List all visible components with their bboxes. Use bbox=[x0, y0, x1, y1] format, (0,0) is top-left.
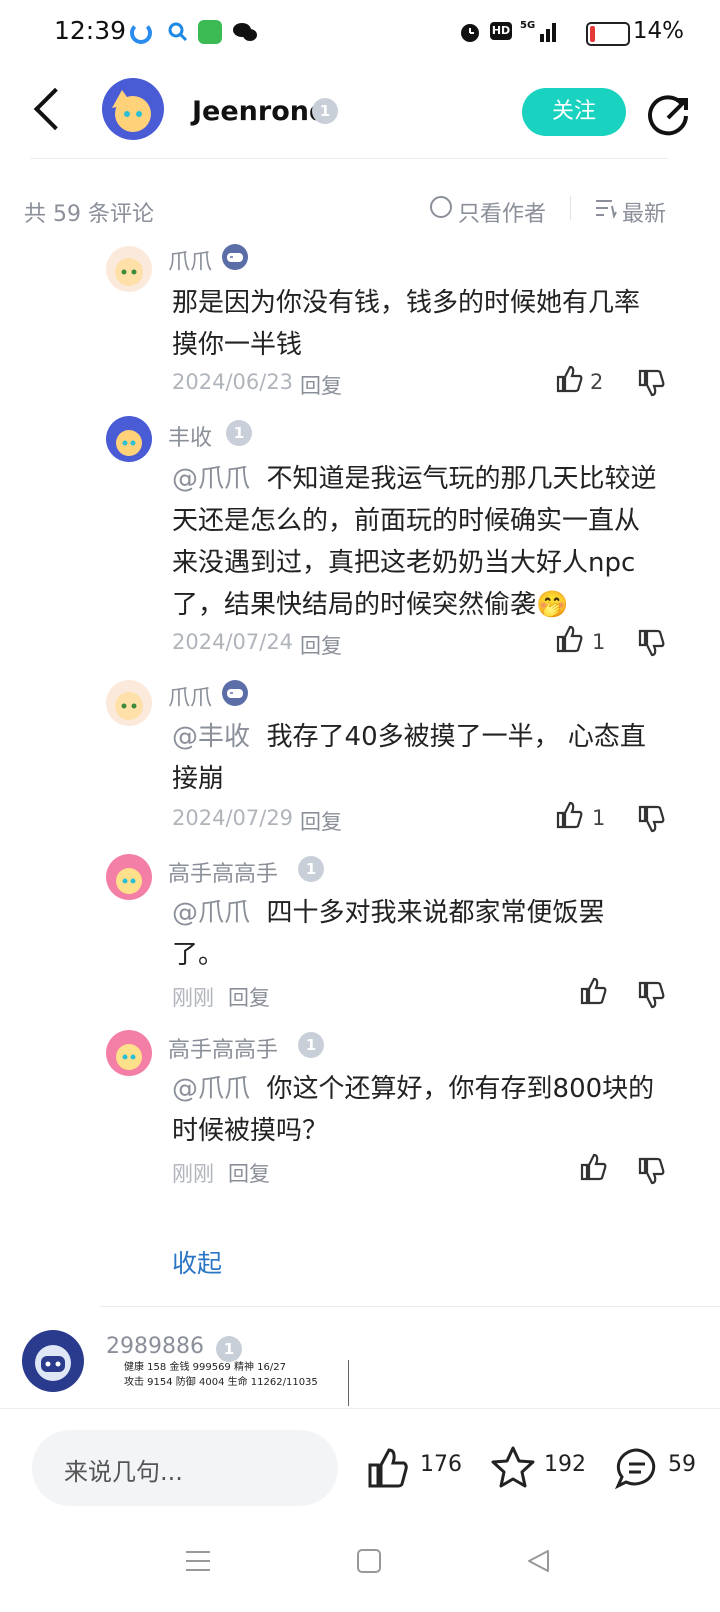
comment-avatar[interactable] bbox=[106, 416, 152, 462]
like-icon[interactable] bbox=[554, 364, 584, 398]
svg-text:5G: 5G bbox=[520, 20, 535, 31]
sort-divider bbox=[570, 196, 571, 220]
reply-button[interactable]: 回复 bbox=[228, 1158, 270, 1188]
like-count: 2 bbox=[590, 370, 604, 394]
comment-author[interactable]: 爪爪 bbox=[168, 244, 212, 276]
comment-count: 共 59 条评论 bbox=[24, 202, 154, 227]
comment-date: 2024/07/29 bbox=[172, 806, 294, 830]
follow-button[interactable]: 关注 bbox=[522, 88, 626, 136]
like-total: 176 bbox=[420, 1452, 462, 1477]
reply-button[interactable]: 回复 bbox=[228, 982, 270, 1012]
favorite-total: 192 bbox=[544, 1452, 586, 1477]
comment-text: @爪爪 不知道是我运气玩的那几天比较逆 天还是怎么的，前面玩的时候确实一直从 来… bbox=[172, 464, 657, 620]
comment-author[interactable]: 高手高高手 bbox=[168, 856, 278, 888]
status-bar: 12:39 HD 5G 14% bbox=[0, 0, 720, 66]
mention[interactable]: @爪爪 bbox=[172, 464, 250, 494]
stats-row: 健康 158 金钱 999569 精神 16/27 bbox=[124, 1362, 286, 1373]
like-icon[interactable] bbox=[554, 624, 584, 658]
mention[interactable]: @爪爪 bbox=[172, 1074, 250, 1104]
like-icon[interactable] bbox=[578, 976, 608, 1010]
author-name[interactable]: Jeenrond bbox=[192, 96, 328, 127]
battery-percent: 14% bbox=[632, 18, 684, 44]
level-badge-icon: 1 bbox=[226, 420, 252, 446]
comment-date: 2024/06/23 bbox=[172, 370, 294, 394]
stats-row: 攻击 9154 防御 4004 生命 11262/11035 bbox=[124, 1377, 318, 1388]
comment-input[interactable]: 来说几句... bbox=[32, 1430, 338, 1506]
comment-avatar[interactable] bbox=[106, 680, 152, 726]
comment-total: 59 bbox=[668, 1452, 696, 1477]
dislike-icon[interactable] bbox=[636, 628, 666, 662]
home-nav-icon[interactable] bbox=[356, 1548, 382, 1578]
battery-icon bbox=[586, 22, 630, 46]
wechat-icon bbox=[232, 20, 257, 44]
back-nav-icon[interactable] bbox=[526, 1548, 552, 1578]
signal-5g-icon: 5G bbox=[520, 18, 560, 48]
level-badge-icon: 1 bbox=[298, 1032, 324, 1058]
comment-avatar[interactable] bbox=[106, 854, 152, 900]
reply-button[interactable]: 回复 bbox=[300, 806, 342, 836]
comment-icon[interactable] bbox=[614, 1446, 660, 1494]
comment-date: 2024/07/24 bbox=[172, 630, 294, 654]
like-icon[interactable] bbox=[578, 1152, 608, 1186]
comment-avatar[interactable] bbox=[22, 1330, 84, 1392]
mention[interactable]: @爪爪 bbox=[172, 898, 250, 928]
search-app-icon bbox=[166, 20, 190, 44]
game-stats-screenshot[interactable]: 健康 158 金钱 999569 精神 16/27 攻击 9154 防御 400… bbox=[116, 1360, 349, 1406]
comment-date: 刚刚 bbox=[172, 1162, 214, 1186]
collapse-replies-button[interactable]: 收起 bbox=[172, 1244, 222, 1280]
like-icon[interactable] bbox=[366, 1446, 410, 1494]
share-icon[interactable] bbox=[648, 94, 692, 142]
comment-avatar[interactable] bbox=[106, 1030, 152, 1076]
like-count: 1 bbox=[592, 630, 606, 654]
comment-input-placeholder: 来说几句... bbox=[64, 1458, 183, 1486]
level-badge-icon: 1 bbox=[312, 98, 338, 124]
gamepad-badge-icon bbox=[222, 680, 248, 706]
comment-text: @丰收 我存了40多被摸了一半， 心态直 接崩 bbox=[172, 722, 646, 794]
gamepad-badge-icon bbox=[222, 244, 248, 270]
back-icon[interactable] bbox=[33, 87, 77, 131]
sort-latest[interactable]: 最新 bbox=[622, 196, 666, 228]
dislike-icon[interactable] bbox=[636, 804, 666, 838]
author-only-filter[interactable]: 只看作者 bbox=[458, 196, 546, 228]
comment-date: 刚刚 bbox=[172, 986, 214, 1010]
comment-author[interactable]: 高手高高手 bbox=[168, 1032, 278, 1064]
reply-button[interactable]: 回复 bbox=[300, 370, 342, 400]
reply-button[interactable]: 回复 bbox=[300, 630, 342, 660]
radio-icon[interactable] bbox=[430, 196, 452, 218]
comment-text: @爪爪 四十多对我来说都家常便饭罢 了。 bbox=[172, 898, 605, 970]
comment-divider bbox=[100, 1306, 720, 1307]
comment-author[interactable]: 丰收 bbox=[168, 420, 212, 452]
like-count: 1 bbox=[592, 806, 606, 830]
sort-icon[interactable] bbox=[594, 196, 618, 224]
star-icon[interactable] bbox=[490, 1444, 536, 1494]
comment-text: 那是因为你没有钱，钱多的时候她有几率 摸你一半钱 bbox=[172, 288, 641, 360]
author-avatar[interactable] bbox=[102, 78, 164, 140]
level-badge-icon: 1 bbox=[216, 1336, 242, 1362]
header-divider bbox=[30, 158, 668, 159]
calculator-app-icon bbox=[198, 20, 222, 44]
comment-author[interactable]: 爪爪 bbox=[168, 680, 212, 712]
dislike-icon[interactable] bbox=[636, 980, 666, 1014]
comment-author[interactable]: 2989886 bbox=[106, 1334, 204, 1359]
level-badge-icon: 1 bbox=[298, 856, 324, 882]
mention[interactable]: @丰收 bbox=[172, 722, 250, 752]
dislike-icon[interactable] bbox=[636, 1156, 666, 1190]
comment-avatar[interactable] bbox=[106, 246, 152, 292]
comment-text: @爪爪 你这个还算好，你有存到800块的 时候被摸吗？ bbox=[172, 1074, 655, 1146]
menu-nav-icon[interactable] bbox=[184, 1548, 212, 1578]
alarm-icon bbox=[458, 20, 482, 48]
status-time: 12:39 bbox=[54, 16, 127, 45]
like-icon[interactable] bbox=[554, 800, 584, 834]
hd-icon: HD bbox=[490, 22, 512, 40]
browser-icon bbox=[130, 22, 152, 44]
dislike-icon[interactable] bbox=[636, 368, 666, 402]
